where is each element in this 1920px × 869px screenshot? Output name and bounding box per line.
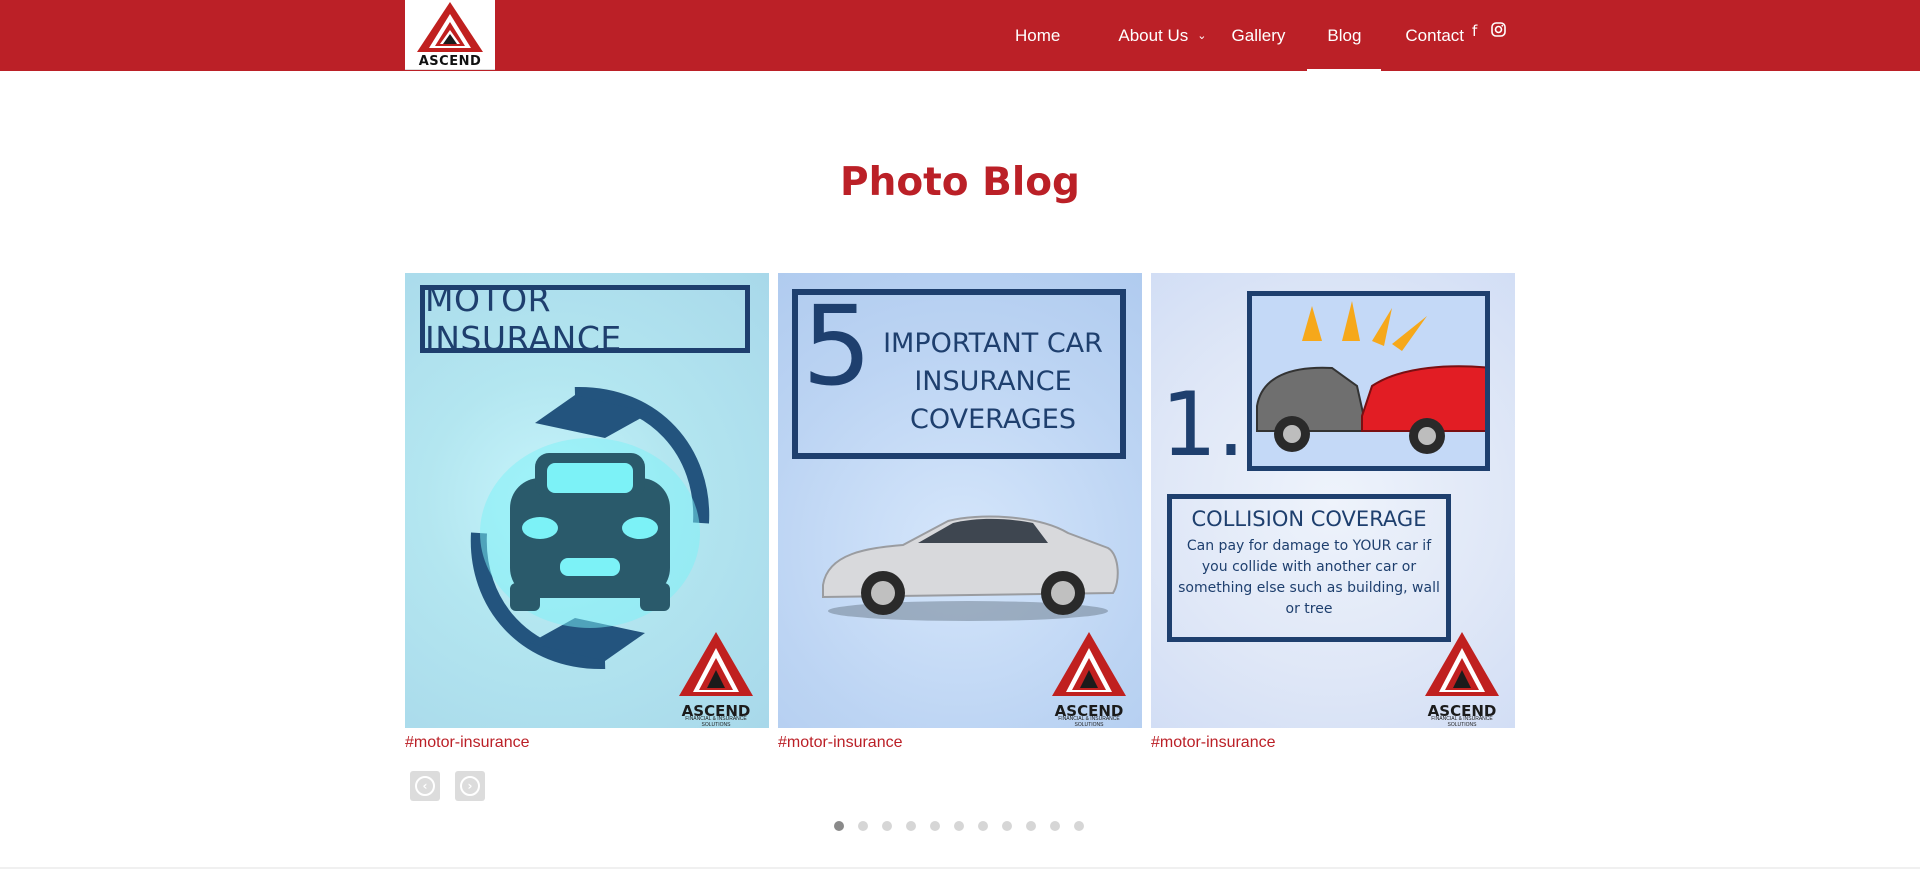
blog-card[interactable]: 5 IMPORTANT CAR INSURANCE COVERAGES ASCE… bbox=[778, 273, 1142, 752]
brand-watermark: ASCEND FINANCIAL & INSURANCE SOLUTIONS bbox=[673, 630, 759, 728]
top-navbar: ASCEND Home About Us ⌄ Gallery Blog Cont… bbox=[0, 0, 1920, 71]
carousel-next-button[interactable]: › bbox=[455, 771, 485, 801]
carousel-dot[interactable] bbox=[1026, 821, 1036, 831]
nav-item-blog[interactable]: Blog bbox=[1307, 0, 1382, 71]
carousel-dot[interactable] bbox=[858, 821, 868, 831]
post-tag[interactable]: #motor-insurance bbox=[778, 734, 1142, 752]
post-tag[interactable]: #motor-insurance bbox=[1151, 734, 1515, 752]
watermark-sub: FINANCIAL & INSURANCE SOLUTIONS bbox=[685, 716, 747, 728]
instagram-icon[interactable] bbox=[1491, 22, 1507, 41]
carousel-dot[interactable] bbox=[978, 821, 988, 831]
page-title: Photo Blog bbox=[840, 160, 1080, 205]
nav-item-label: Contact bbox=[1405, 25, 1464, 45]
watermark-sub: FINANCIAL & INSURANCE SOLUTIONS bbox=[1058, 716, 1120, 728]
carousel-dot[interactable] bbox=[882, 821, 892, 831]
carousel-prev-button[interactable]: ‹ bbox=[410, 771, 440, 801]
brand-logo-text: ASCEND bbox=[418, 54, 482, 69]
nav-item-about[interactable]: About Us ⌄ bbox=[1118, 0, 1206, 71]
nav-item-contact[interactable]: Contact bbox=[1405, 0, 1464, 71]
nav-item-label: Blog bbox=[1327, 25, 1362, 45]
brand-watermark: ASCEND FINANCIAL & INSURANCE SOLUTIONS bbox=[1046, 630, 1132, 728]
image-heading: IMPORTANT CAR INSURANCE COVERAGES bbox=[883, 328, 1103, 435]
blog-card-image[interactable]: 5 IMPORTANT CAR INSURANCE COVERAGES ASCE… bbox=[778, 273, 1142, 728]
brand-logo[interactable]: ASCEND bbox=[405, 0, 495, 70]
post-tag[interactable]: #motor-insurance bbox=[405, 734, 769, 752]
nav-item-home[interactable]: Home bbox=[1015, 0, 1060, 71]
carousel-dot[interactable] bbox=[1002, 821, 1012, 831]
coverage-heading: COLLISION COVERAGE bbox=[1191, 507, 1427, 531]
main-nav: Home About Us ⌄ Gallery Blog Contact bbox=[990, 0, 1464, 71]
nav-item-label: About Us bbox=[1118, 25, 1189, 45]
nav-item-label: Home bbox=[1015, 25, 1061, 45]
facebook-icon[interactable]: f bbox=[1472, 22, 1477, 41]
blog-card-image[interactable]: 1. COLLISION COVERAGE Can pay for damage… bbox=[1151, 273, 1515, 728]
chevron-right-icon: › bbox=[460, 776, 480, 796]
nav-item-gallery[interactable]: Gallery bbox=[1232, 0, 1286, 71]
watermark-sub: FINANCIAL & INSURANCE SOLUTIONS bbox=[1431, 716, 1493, 728]
image-number: 1. bbox=[1161, 373, 1245, 476]
carousel-dots bbox=[834, 821, 1084, 831]
blog-card-image[interactable]: MOTOR INSURANCE ASCEND FINANCIAL & INSUR… bbox=[405, 273, 769, 728]
blog-card[interactable]: 1. COLLISION COVERAGE Can pay for damage… bbox=[1151, 273, 1515, 752]
coverage-body: Can pay for damage to YOUR car if you co… bbox=[1178, 538, 1440, 617]
chevron-left-icon: ‹ bbox=[415, 776, 435, 796]
image-heading: MOTOR INSURANCE bbox=[420, 280, 750, 358]
chevron-down-icon: ⌄ bbox=[1197, 30, 1207, 42]
coverage-box: COLLISION COVERAGE Can pay for damage to… bbox=[1167, 494, 1451, 642]
brand-watermark: ASCEND FINANCIAL & INSURANCE SOLUTIONS bbox=[1419, 630, 1505, 728]
carousel-dot[interactable] bbox=[954, 821, 964, 831]
social-links: f bbox=[1472, 22, 1507, 41]
carousel-dot[interactable] bbox=[1074, 821, 1084, 831]
carousel-dot[interactable] bbox=[906, 821, 916, 831]
image-number: 5 bbox=[802, 282, 872, 410]
collision-illustration bbox=[1247, 291, 1490, 471]
carousel-dot[interactable] bbox=[834, 821, 844, 831]
nav-item-label: Gallery bbox=[1231, 25, 1286, 45]
carousel-dot[interactable] bbox=[930, 821, 940, 831]
blog-card[interactable]: MOTOR INSURANCE ASCEND FINANCIAL & INSUR… bbox=[405, 273, 769, 752]
carousel-dot[interactable] bbox=[1050, 821, 1060, 831]
